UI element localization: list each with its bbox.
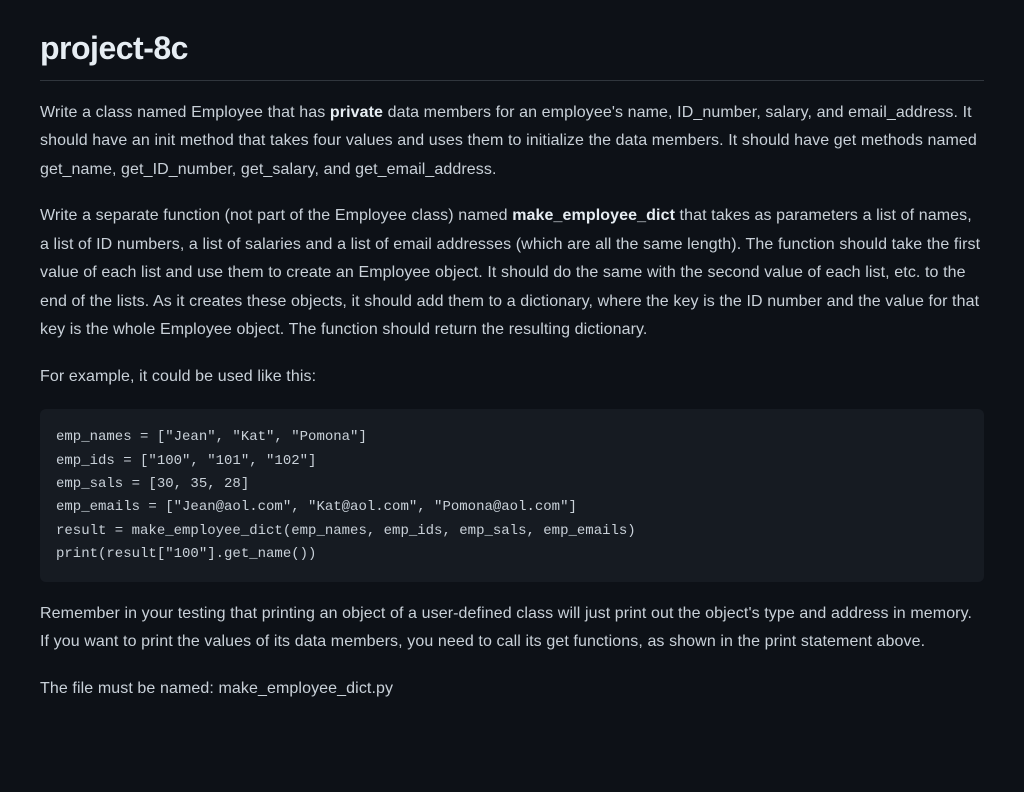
bold-function-name: make_employee_dict: [512, 207, 675, 224]
readme-content: project-8c Write a class named Employee …: [0, 0, 1024, 761]
paragraph-testing-note: Remember in your testing that printing a…: [40, 600, 984, 657]
text-segment: Write a separate function (not part of t…: [40, 207, 512, 224]
project-title: project-8c: [40, 24, 984, 81]
code-block: emp_names = ["Jean", "Kat", "Pomona"] em…: [40, 409, 984, 581]
paragraph-example-intro: For example, it could be used like this:: [40, 363, 984, 391]
bold-private: private: [330, 104, 383, 121]
text-segment: Write a class named Employee that has: [40, 104, 330, 121]
paragraph-function-description: Write a separate function (not part of t…: [40, 202, 984, 344]
paragraph-filename: The file must be named: make_employee_di…: [40, 675, 984, 703]
text-segment: that takes as parameters a list of names…: [40, 207, 980, 338]
paragraph-class-description: Write a class named Employee that has pr…: [40, 99, 984, 184]
code-example: emp_names = ["Jean", "Kat", "Pomona"] em…: [56, 429, 636, 562]
